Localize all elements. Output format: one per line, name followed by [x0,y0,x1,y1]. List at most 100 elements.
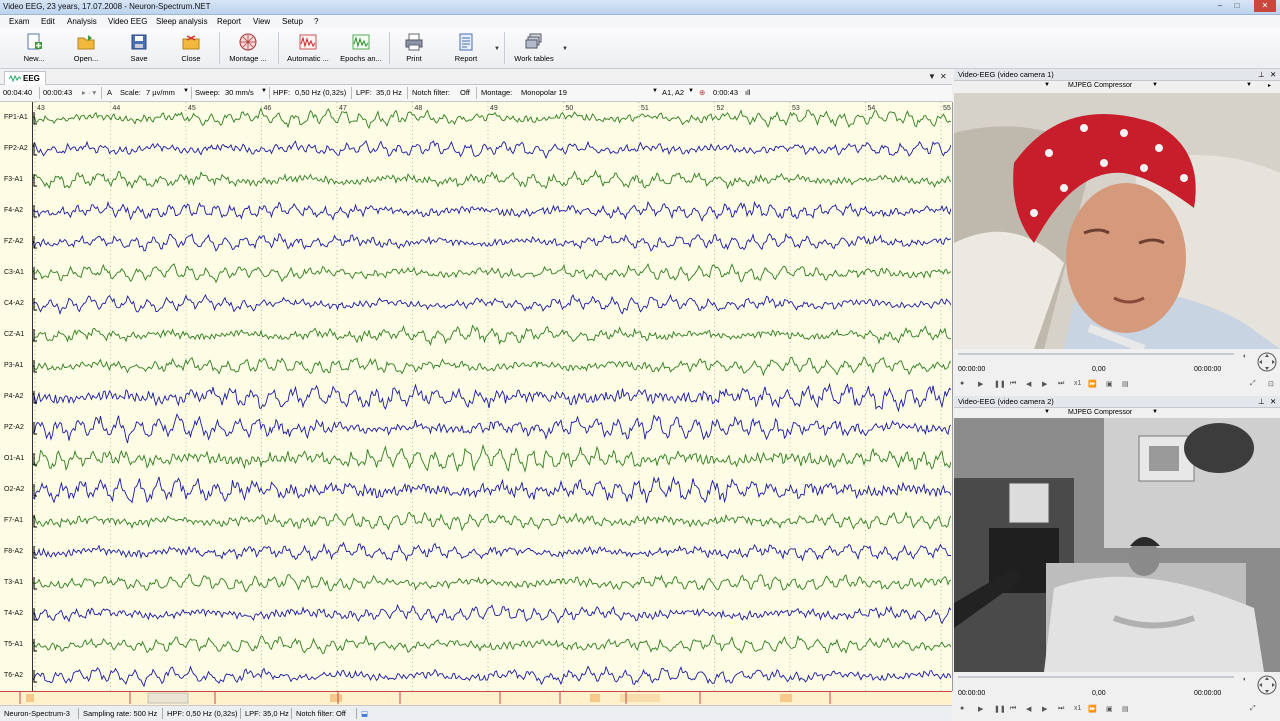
automatic-button[interactable]: Automatic ... [286,30,330,66]
video-2-ptz-control-icon[interactable] [1256,674,1278,696]
video-1-step-back-icon[interactable]: ◀ [1026,380,1031,388]
pin-icon[interactable]: ⊥ [1258,397,1265,406]
channel-label[interactable]: PZ-A2 [4,424,24,431]
tab-eeg[interactable]: EEG [4,71,46,85]
menu-exam[interactable]: Exam [9,17,29,26]
video-frame-camera-2[interactable] [954,418,1280,672]
video-1-ptz-control-icon[interactable] [1256,351,1278,373]
eeg-trace-t6-a2[interactable] [33,665,951,688]
video-2-skip-end-icon[interactable]: ⏭ [1058,705,1064,713]
device-status-icon[interactable]: ⬓ [361,709,368,718]
channel-label[interactable]: C3-A1 [4,269,24,276]
video-panel-1-close-icon[interactable]: ✕ [1270,70,1276,79]
maximize-button[interactable]: □ [1229,0,1245,12]
montage-button[interactable]: Montage ... [226,30,270,66]
print-button[interactable]: Print [392,30,436,66]
scale-dropdown-icon[interactable]: ▼ [183,88,189,94]
eeg-trace-area[interactable]: FP1-A1 FP2-A2 F3-A1 F4-A2 FZ-A2 C3-A1 C4-A2 CZ-… [0,102,953,691]
time-position-field[interactable]: 00:04:40 [3,88,32,97]
video-2-speed[interactable]: x1 [1074,705,1081,712]
pin-icon[interactable]: ⊥ [1258,70,1265,79]
channel-label[interactable]: T4-A2 [4,610,23,617]
font-button[interactable]: A [107,88,112,97]
video-2-export-icon[interactable]: ▤ [1122,705,1129,713]
video-1-fast-forward-icon[interactable]: ⏩ [1088,380,1097,388]
tab-list-dropdown-icon[interactable]: ▼ [928,72,936,81]
eeg-trace-o2-a2[interactable] [33,476,951,504]
eeg-waveform-canvas[interactable]: 43 44 45 46 47 48 49 50 51 52 53 54 55 [33,102,951,691]
video-2-play-icon[interactable]: ▶ [978,705,983,713]
video-panel-2-close-icon[interactable]: ✕ [1270,397,1276,406]
eeg-trace-p4-a2[interactable] [33,382,951,413]
menu-sleep-analysis[interactable]: Sleep analysis [156,17,208,26]
video-1-skip-start-icon[interactable]: ⏮ [1010,380,1016,388]
eeg-trace-o1-a1[interactable] [33,443,951,473]
menu-video-eeg[interactable]: Video EEG [108,17,147,26]
video-1-fit-icon[interactable]: ⤢ [1250,380,1256,388]
eeg-trace-c3-a1[interactable] [33,263,951,284]
eeg-trace-pz-a2[interactable] [33,413,951,444]
eeg-trace-f8-a2[interactable] [33,541,951,562]
scale-select[interactable]: 7 µv/mm [146,88,175,97]
menu-analysis[interactable]: Analysis [67,17,97,26]
menu-edit[interactable]: Edit [41,17,55,26]
menu-help[interactable]: ? [314,17,318,26]
new-button[interactable]: New... [12,30,56,66]
channel-label[interactable]: F8-A2 [4,548,23,555]
video-1-record-icon[interactable]: ● [960,380,964,387]
codec-options-icon[interactable]: ▼ [1246,82,1252,88]
close-button[interactable]: Close [169,30,213,66]
tab-close-icon[interactable]: ✕ [940,72,947,81]
reference-dropdown-icon[interactable]: ▼ [688,88,694,94]
recording-timeline[interactable] [0,691,952,705]
video-2-step-back-icon[interactable]: ◀ [1026,705,1031,713]
clock-icon[interactable]: ⊕ [699,88,705,97]
report-dropdown-arrow[interactable]: ▼ [494,46,500,52]
video-1-skip-end-icon[interactable]: ⏭ [1058,380,1064,388]
video-1-snapshot-icon[interactable]: ▣ [1106,380,1113,388]
montage-select[interactable]: Monopolar 19 [521,88,567,97]
hpf-select[interactable]: 0,50 Hz (0,32s) [295,88,346,97]
menu-report[interactable]: Report [217,17,241,26]
eeg-trace-f7-a1[interactable] [33,511,951,532]
video-1-play-icon[interactable]: ▶ [978,380,983,388]
video-1-volume-icon[interactable]: ◖ [1242,353,1246,360]
eeg-trace-t4-a2[interactable] [33,603,951,625]
eeg-trace-p3-a1[interactable] [33,356,951,377]
channel-label[interactable]: T5-A1 [4,641,23,648]
save-button[interactable]: Save [117,30,161,66]
video-2-fast-forward-icon[interactable]: ⏩ [1088,705,1097,713]
work-tables-dropdown-arrow[interactable]: ▼ [562,46,568,52]
eeg-trace-cz-a1[interactable] [33,324,951,347]
work-tables-button[interactable]: Work tables [512,30,556,66]
channel-label[interactable]: T6-A2 [4,672,23,679]
video-2-pause-icon[interactable]: ❚❚ [994,705,1006,713]
channel-label[interactable]: P3-A1 [4,362,23,369]
eeg-trace-f3-a1[interactable] [33,169,951,190]
montage-dropdown-icon[interactable]: ▼ [652,88,658,94]
video-2-snapshot-icon[interactable]: ▣ [1106,705,1113,713]
channel-label[interactable]: F4-A2 [4,207,23,214]
signal-indicator[interactable]: ıll [745,88,750,97]
video-2-fit-icon[interactable]: ⤢ [1250,705,1256,713]
minimize-button[interactable]: – [1212,0,1228,12]
codec-dropdown-left-icon[interactable]: ▼ [1044,409,1050,415]
video-1-export-icon[interactable]: ▤ [1122,380,1129,388]
channel-label[interactable]: FZ-A2 [4,238,23,245]
menu-setup[interactable]: Setup [282,17,303,26]
video-frame-camera-1[interactable] [954,93,1280,349]
reference-select[interactable]: A1, A2 [662,88,684,97]
channel-label[interactable]: O2-A2 [4,486,24,493]
sweep-select[interactable]: 30 mm/s [225,88,254,97]
lpf-select[interactable]: 35,0 Hz [376,88,402,97]
eeg-trace-t5-a1[interactable] [33,634,951,655]
video-2-step-forward-icon[interactable]: ▶ [1042,705,1047,713]
video-1-fullscreen-icon[interactable]: ⊡ [1268,380,1274,388]
codec-dropdown-icon[interactable]: ▼ [1152,82,1158,88]
channel-label[interactable]: F3-A1 [4,176,23,183]
eeg-trace-c4-a2[interactable] [33,293,951,316]
menu-view[interactable]: View [253,17,270,26]
eeg-trace-f4-a2[interactable] [33,200,951,223]
channel-label[interactable]: T3-A1 [4,579,23,586]
video-2-record-icon[interactable]: ● [960,705,964,712]
